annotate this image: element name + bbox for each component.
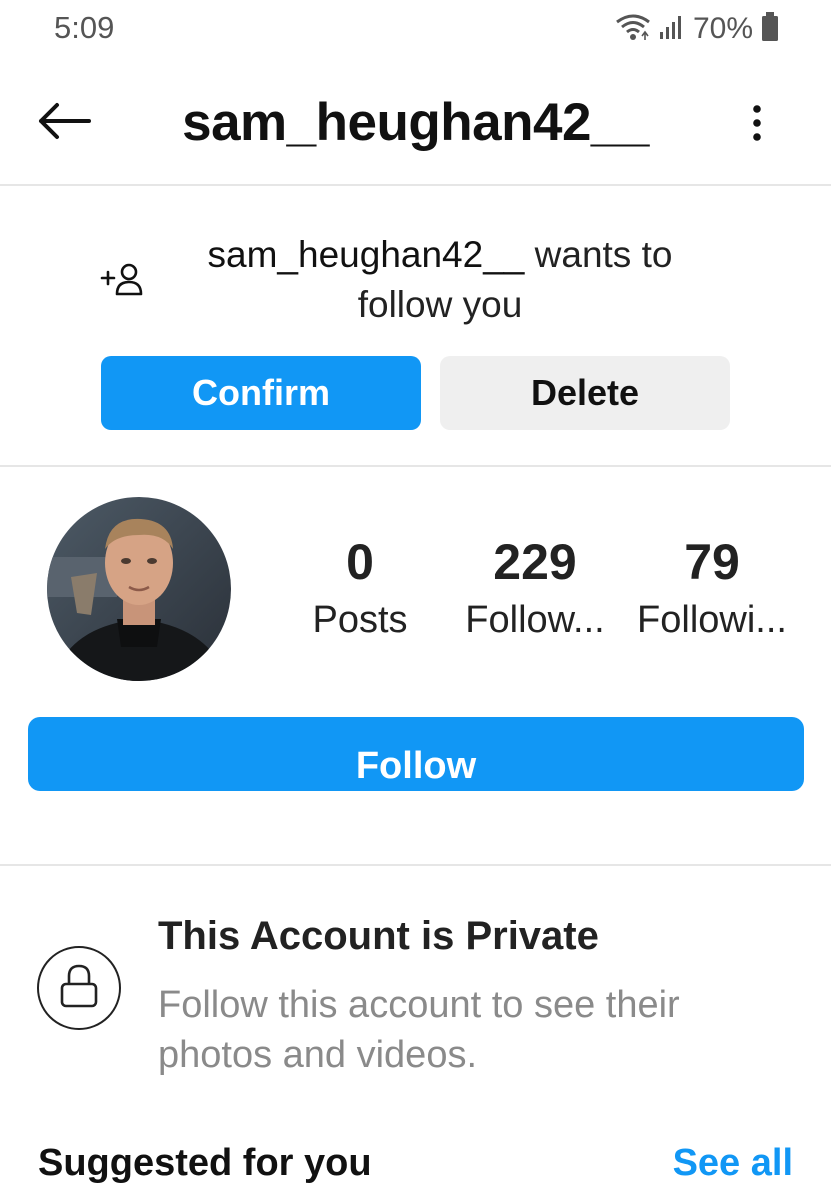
request-divider	[0, 465, 831, 467]
status-icons: 70%	[615, 11, 779, 47]
private-account-title: This Account is Private	[158, 914, 599, 958]
battery-icon	[761, 11, 779, 47]
avatar[interactable]	[47, 497, 231, 681]
following-label: Followi...	[637, 599, 787, 641]
wifi-icon	[615, 12, 651, 47]
followers-stat[interactable]: 229 Follow...	[458, 532, 612, 648]
profile-divider	[0, 864, 831, 866]
status-time: 5:09	[54, 10, 115, 45]
posts-stat: 0 Posts	[300, 532, 420, 648]
follow-request-message: sam_heughan42__ wants to follow you	[170, 230, 710, 330]
battery-percentage: 70%	[692, 12, 753, 45]
signal-icon	[659, 14, 685, 45]
followers-label: Follow...	[465, 599, 605, 641]
posts-count: 0	[346, 534, 374, 590]
more-vertical-icon	[752, 103, 762, 148]
page-title: sam_heughan42__	[182, 93, 649, 152]
following-count: 79	[684, 534, 740, 590]
private-account-description: Follow this account to see their photos …	[158, 984, 680, 1076]
confirm-button[interactable]: Confirm	[101, 356, 421, 430]
see-all-link[interactable]: See all	[673, 1142, 793, 1185]
status-bar: 5:09 70%	[0, 0, 831, 56]
suggested-for-you-title: Suggested for you	[38, 1142, 372, 1184]
app-header: sam_heughan42__	[0, 70, 831, 182]
request-username[interactable]: sam_heughan42__	[208, 234, 525, 275]
follow-button-label: Follow	[355, 745, 477, 787]
lock-icon-circle	[37, 946, 121, 1030]
following-stat[interactable]: 79 Followi...	[628, 532, 796, 648]
lock-icon	[57, 962, 101, 1015]
private-account-notice: This Account is Private Follow this acco…	[0, 870, 831, 1100]
followers-count: 229	[493, 534, 577, 590]
delete-button[interactable]: Delete	[440, 356, 730, 430]
more-options-button[interactable]	[740, 98, 774, 152]
follow-button[interactable]: Follow	[28, 717, 804, 791]
add-person-icon	[98, 260, 148, 300]
posts-label: Posts	[312, 599, 408, 641]
